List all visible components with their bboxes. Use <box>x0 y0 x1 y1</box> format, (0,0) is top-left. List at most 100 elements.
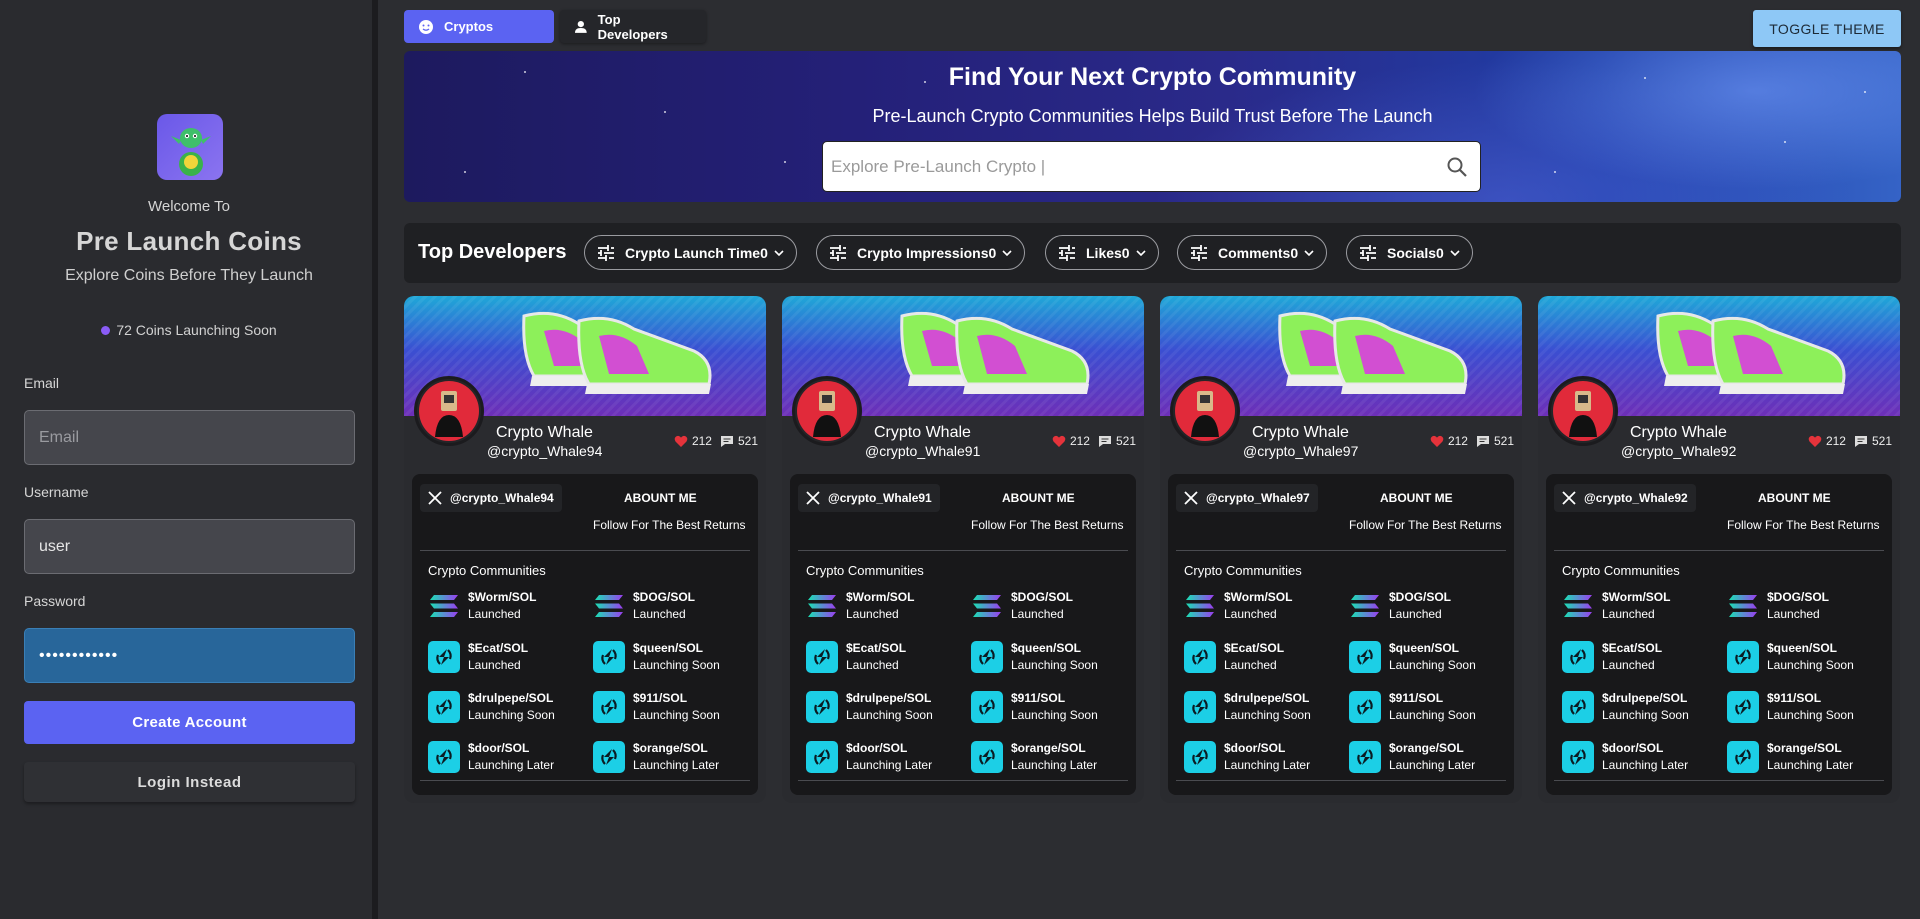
ecat-icon <box>1184 741 1216 773</box>
solana-icon <box>428 590 460 622</box>
coin-item[interactable]: $orange/SOL Launching Later <box>1349 740 1475 774</box>
tab-cryptos-label: Cryptos <box>444 19 494 34</box>
x-profile-link[interactable]: @crypto_Whale92 <box>1554 484 1696 512</box>
card-details: @crypto_Whale92 ABOUNT ME Follow For The… <box>1546 474 1892 795</box>
avatar[interactable] <box>1548 376 1618 446</box>
avatar[interactable] <box>792 376 862 446</box>
x-logo-icon <box>1184 491 1198 505</box>
x-profile-link[interactable]: @crypto_Whale94 <box>420 484 562 512</box>
coin-item[interactable]: $Ecat/SOL Launched <box>428 640 528 674</box>
coin-item[interactable]: $Ecat/SOL Launched <box>806 640 906 674</box>
avatar[interactable] <box>1170 376 1240 446</box>
x-profile-link[interactable]: @crypto_Whale97 <box>1176 484 1318 512</box>
tab-top-developers[interactable]: Top Developers <box>560 10 706 43</box>
about-heading: ABOUNT ME <box>1758 491 1831 505</box>
coin-item[interactable]: $911/SOL Launching Soon <box>1727 690 1854 724</box>
filter-chip-impressions[interactable]: Crypto Impressions0 <box>816 235 1026 270</box>
avatar[interactable] <box>414 376 484 446</box>
heart-icon[interactable] <box>1052 435 1066 448</box>
filter-chip-comments[interactable]: Comments0 <box>1177 235 1328 270</box>
coin-item[interactable]: $queen/SOL Launching Soon <box>1349 640 1476 674</box>
coin-item[interactable]: $DOG/SOL Launched <box>593 589 695 623</box>
filter-chip-launch-time[interactable]: Crypto Launch Time0 <box>584 235 797 270</box>
developer-handle: @crypto_Whale97 <box>1243 443 1359 459</box>
chevron-down-icon <box>774 249 784 256</box>
developer-card[interactable]: Crypto Whale @crypto_Whale91 212 521 @cr… <box>782 296 1144 803</box>
coin-name: $orange/SOL <box>1389 741 1464 755</box>
divider <box>1176 550 1506 551</box>
coin-item[interactable]: $Worm/SOL Launched <box>1184 589 1292 623</box>
ecat-icon <box>1562 741 1594 773</box>
heart-icon[interactable] <box>1808 435 1822 448</box>
coin-item[interactable]: $Worm/SOL Launched <box>1562 589 1670 623</box>
email-field[interactable] <box>24 410 355 465</box>
create-account-button[interactable]: Create Account <box>24 701 355 744</box>
card-stats: 212 521 <box>1808 434 1892 448</box>
coin-item[interactable]: $orange/SOL Launching Later <box>593 740 719 774</box>
coin-name: $911/SOL <box>1389 691 1444 705</box>
coin-item[interactable]: $door/SOL Launching Later <box>806 740 932 774</box>
ecat-icon <box>1727 691 1759 723</box>
comment-icon[interactable] <box>1854 435 1868 448</box>
coin-item[interactable]: $drulpepe/SOL Launching Soon <box>1562 690 1689 724</box>
toggle-theme-button[interactable]: TOGGLE THEME <box>1753 10 1901 47</box>
coin-item[interactable]: $door/SOL Launching Later <box>1184 740 1310 774</box>
coin-status: Launched <box>468 607 521 621</box>
coin-status: Launching Soon <box>633 708 720 722</box>
ecat-icon <box>971 691 1003 723</box>
coin-status: Launching Soon <box>633 658 720 672</box>
username-field[interactable] <box>24 519 355 574</box>
coin-name: $queen/SOL <box>1767 641 1838 655</box>
filter-chip-socials[interactable]: Socials0 <box>1346 235 1473 270</box>
coin-item[interactable]: $911/SOL Launching Soon <box>593 690 720 724</box>
comment-icon[interactable] <box>1476 435 1490 448</box>
coin-item[interactable]: $DOG/SOL Launched <box>971 589 1073 623</box>
coin-item[interactable]: $door/SOL Launching Later <box>428 740 554 774</box>
comment-icon[interactable] <box>720 435 734 448</box>
coin-item[interactable]: $DOG/SOL Launched <box>1349 589 1451 623</box>
tab-cryptos[interactable]: Cryptos <box>404 10 554 43</box>
heart-icon[interactable] <box>674 435 688 448</box>
coin-item[interactable]: $drulpepe/SOL Launching Soon <box>1184 690 1311 724</box>
coin-status: Launching Soon <box>1011 708 1098 722</box>
coin-item[interactable]: $Worm/SOL Launched <box>428 589 536 623</box>
x-logo-icon <box>428 491 442 505</box>
coin-item[interactable]: $Ecat/SOL Launched <box>1562 640 1662 674</box>
filter-chip-likes[interactable]: Likes0 <box>1045 235 1159 270</box>
divider <box>420 780 750 781</box>
coin-item[interactable]: $drulpepe/SOL Launching Soon <box>806 690 933 724</box>
search-icon[interactable] <box>1446 156 1468 178</box>
x-profile-link[interactable]: @crypto_Whale91 <box>798 484 940 512</box>
coin-item[interactable]: $Ecat/SOL Launched <box>1184 640 1284 674</box>
coin-item[interactable]: $orange/SOL Launching Later <box>1727 740 1853 774</box>
developer-card[interactable]: Crypto Whale @crypto_Whale97 212 521 @cr… <box>1160 296 1522 803</box>
divider <box>1554 780 1884 781</box>
coin-status: Launching Soon <box>1767 708 1854 722</box>
coin-item[interactable]: $queen/SOL Launching Soon <box>1727 640 1854 674</box>
developer-card[interactable]: Crypto Whale @crypto_Whale92 212 521 @cr… <box>1538 296 1900 803</box>
developer-name: Crypto Whale <box>874 424 971 441</box>
coin-item[interactable]: $drulpepe/SOL Launching Soon <box>428 690 555 724</box>
coin-item[interactable]: $door/SOL Launching Later <box>1562 740 1688 774</box>
heart-icon[interactable] <box>1430 435 1444 448</box>
ecat-icon <box>1184 641 1216 673</box>
app-logo <box>157 114 223 180</box>
search-input[interactable] <box>823 142 1423 191</box>
divider <box>420 550 750 551</box>
coin-item[interactable]: $Worm/SOL Launched <box>806 589 914 623</box>
login-instead-button[interactable]: Login Instead <box>24 762 355 802</box>
coin-item[interactable]: $queen/SOL Launching Soon <box>971 640 1098 674</box>
comment-icon[interactable] <box>1098 435 1112 448</box>
coin-item[interactable]: $DOG/SOL Launched <box>1727 589 1829 623</box>
coin-item[interactable]: $orange/SOL Launching Later <box>971 740 1097 774</box>
developer-card[interactable]: Crypto Whale @crypto_Whale94 212 521 @cr… <box>404 296 766 803</box>
password-field[interactable] <box>24 628 355 683</box>
developer-name: Crypto Whale <box>496 424 593 441</box>
x-handle-text: @crypto_Whale94 <box>450 491 554 505</box>
card-details: @crypto_Whale91 ABOUNT ME Follow For The… <box>790 474 1136 795</box>
coin-item[interactable]: $911/SOL Launching Soon <box>971 690 1098 724</box>
coin-name: $Worm/SOL <box>1602 590 1671 604</box>
coin-item[interactable]: $911/SOL Launching Soon <box>1349 690 1476 724</box>
coin-item[interactable]: $queen/SOL Launching Soon <box>593 640 720 674</box>
coin-name: $DOG/SOL <box>1011 590 1074 604</box>
